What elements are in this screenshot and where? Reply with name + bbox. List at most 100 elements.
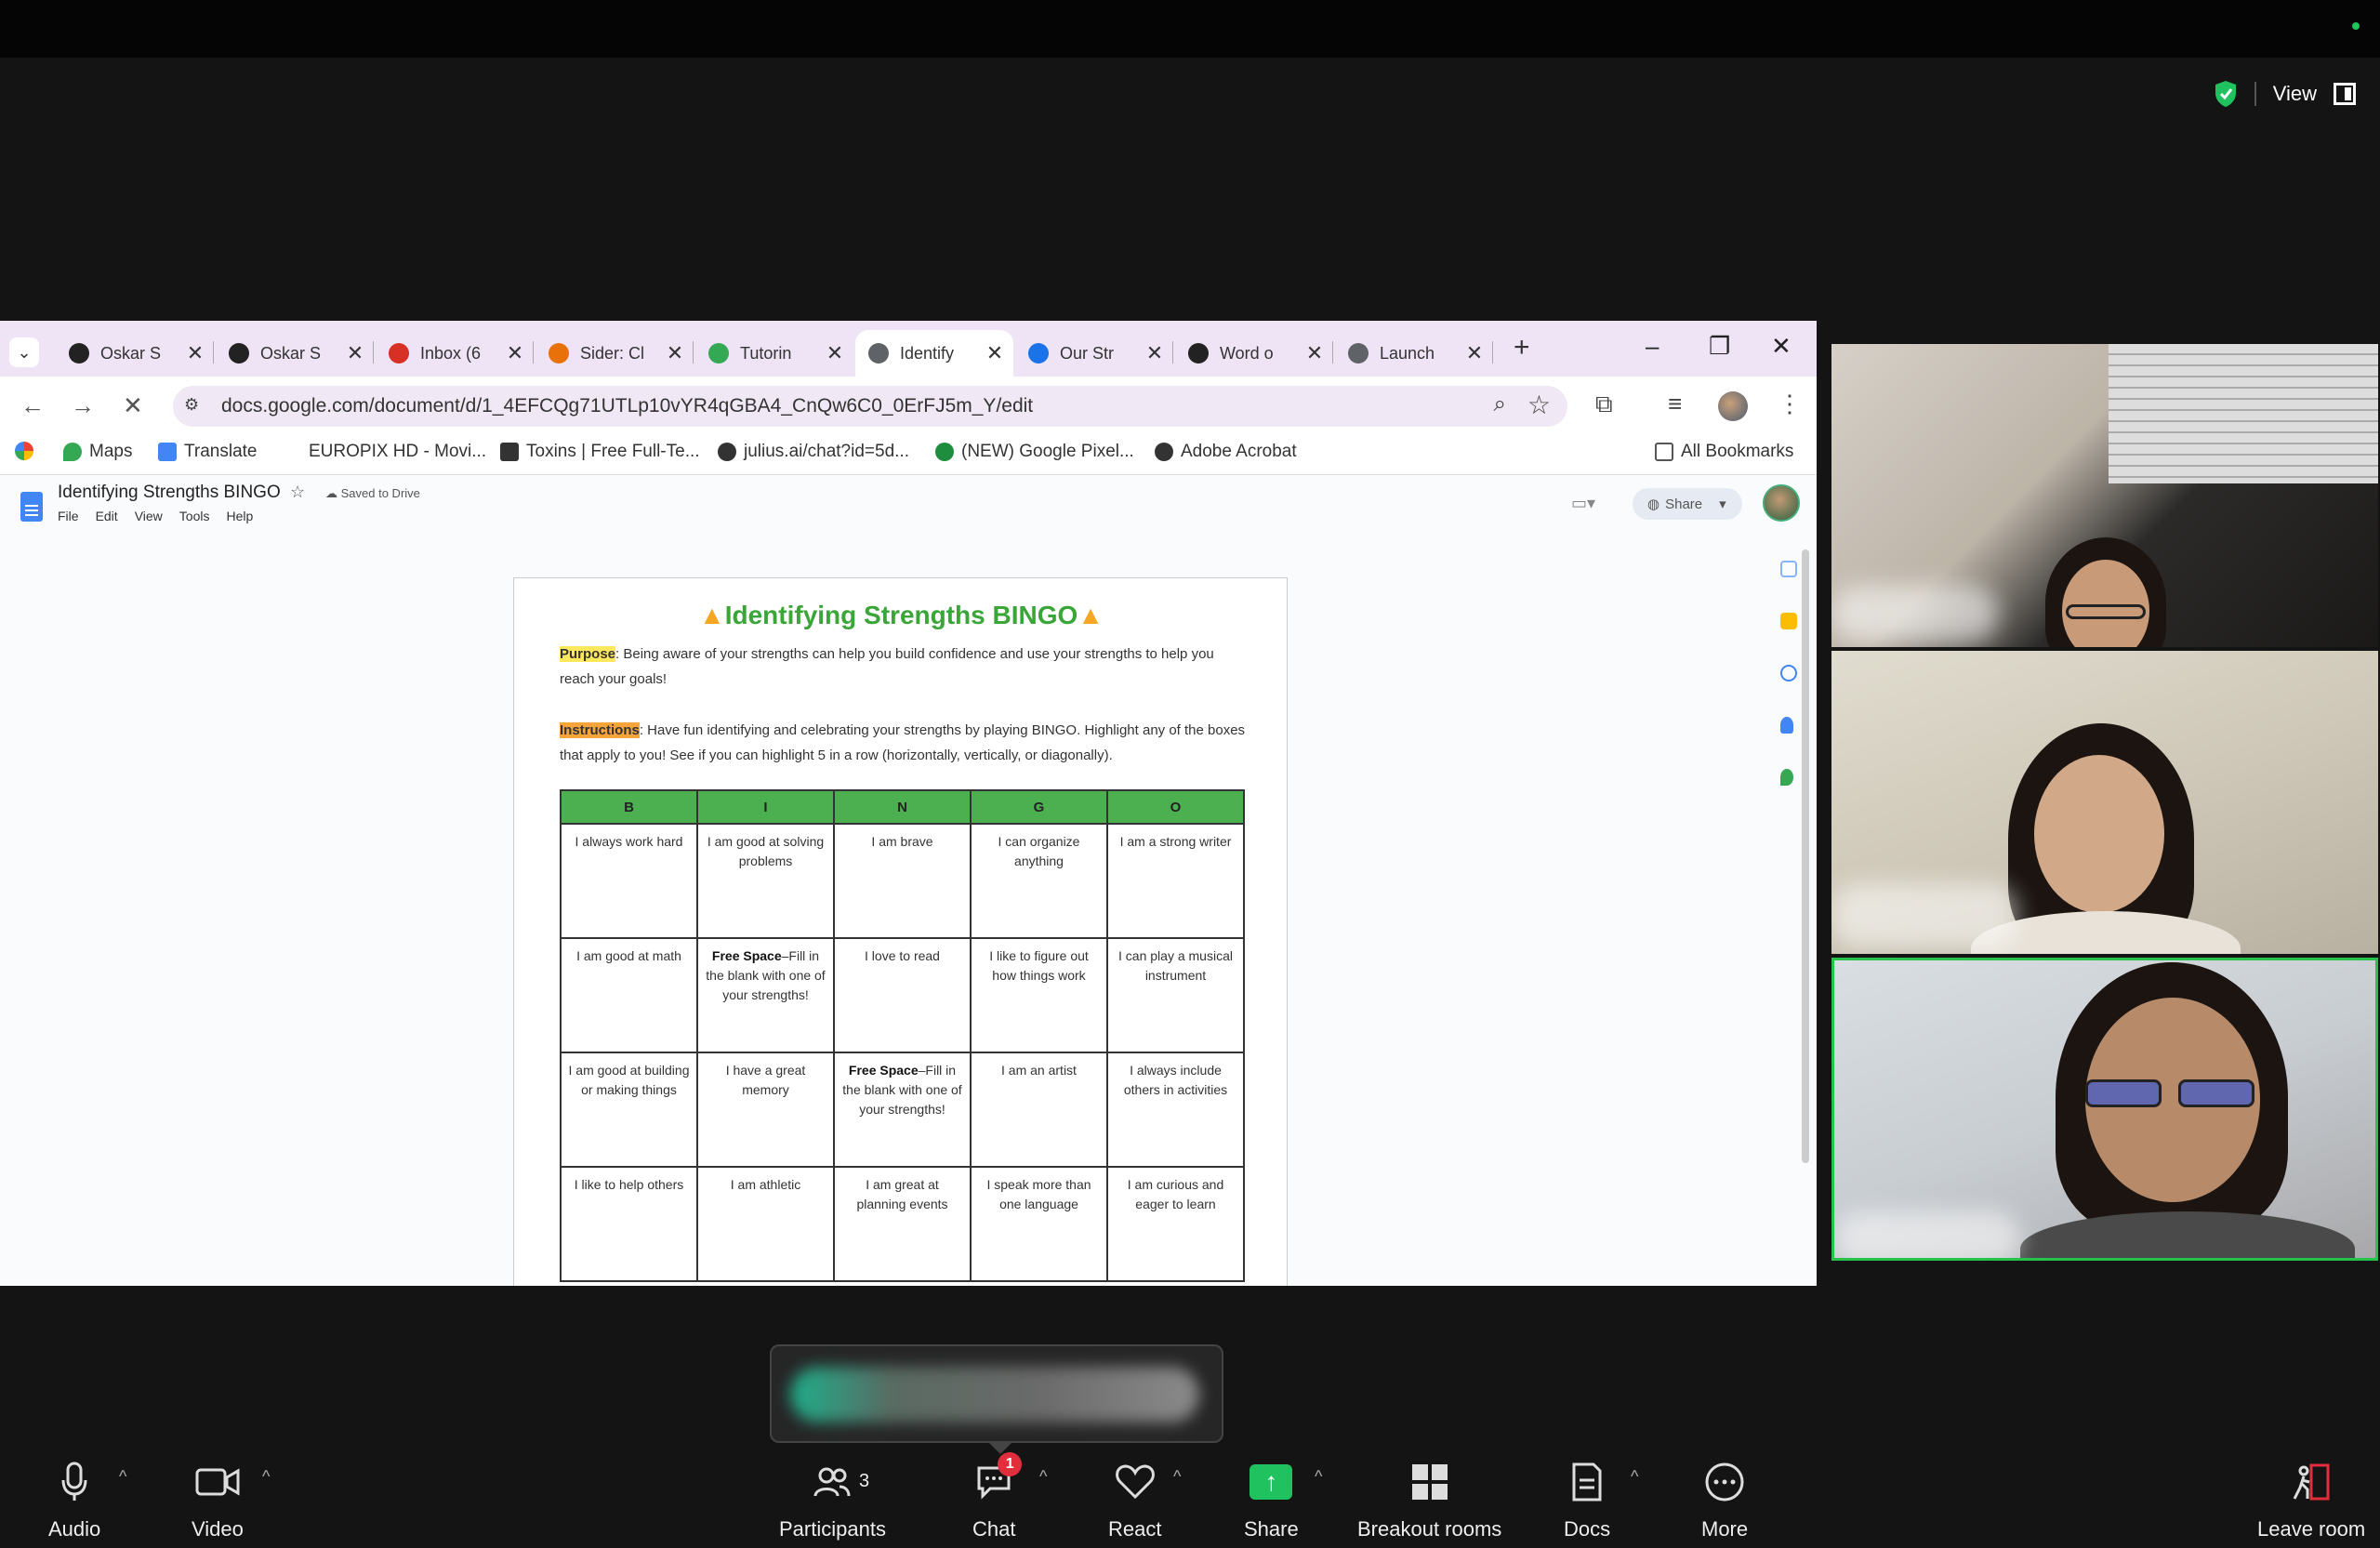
- docs-logo-icon[interactable]: [20, 492, 43, 522]
- bookmark-europix[interactable]: EUROPIX HD - Movi...: [309, 442, 486, 462]
- audio-options-icon[interactable]: ^: [119, 1467, 126, 1487]
- bookmark-maps[interactable]: Maps: [63, 442, 132, 462]
- browser-menu-icon[interactable]: ⋮: [1778, 390, 1802, 418]
- browser-tab[interactable]: Launch ✕: [1335, 330, 1493, 377]
- close-window-icon[interactable]: ✕: [1771, 332, 1792, 361]
- leave-room-button[interactable]: Leave room: [2257, 1460, 2365, 1541]
- profile-avatar[interactable]: [1718, 391, 1748, 421]
- react-options-icon[interactable]: ^: [1173, 1467, 1181, 1487]
- account-avatar[interactable]: [1763, 484, 1800, 522]
- back-icon[interactable]: ←: [20, 391, 45, 420]
- audio-button[interactable]: Audio: [48, 1460, 100, 1541]
- close-tab-icon[interactable]: ✕: [186, 341, 205, 365]
- share-button[interactable]: ◍ Share ▾: [1633, 488, 1742, 520]
- bingo-cell[interactable]: I speak more than one language: [970, 1166, 1108, 1282]
- url-text[interactable]: docs.google.com/document/d/1_4EFCQg71UTL…: [221, 395, 1033, 417]
- close-tab-icon[interactable]: ✕: [1305, 341, 1324, 365]
- bookmark-julius[interactable]: julius.ai/chat?id=5d...: [718, 442, 909, 462]
- close-tab-icon[interactable]: ✕: [1145, 341, 1164, 365]
- close-tab-icon[interactable]: ✕: [506, 341, 524, 365]
- new-tab-icon[interactable]: +: [1514, 332, 1530, 364]
- view-control[interactable]: View: [2214, 80, 2356, 108]
- extensions-icon[interactable]: ⧉: [1595, 390, 1613, 419]
- docs-button[interactable]: Docs: [1564, 1460, 1610, 1541]
- menu-tools[interactable]: Tools: [179, 509, 210, 523]
- video-button[interactable]: Video: [192, 1460, 244, 1541]
- zoom-icon[interactable]: ⌕: [1494, 391, 1506, 417]
- close-tab-icon[interactable]: ✕: [826, 341, 844, 365]
- bingo-cell[interactable]: I like to help others: [560, 1166, 698, 1282]
- bookmark-toxins[interactable]: Toxins | Free Full-Te...: [500, 442, 700, 462]
- menu-help[interactable]: Help: [226, 509, 253, 523]
- browser-tab[interactable]: Oskar S ✕: [216, 330, 374, 377]
- bingo-cell[interactable]: I have a great memory: [696, 1052, 835, 1168]
- breakout-rooms-button[interactable]: Breakout rooms: [1357, 1460, 1501, 1541]
- bingo-cell[interactable]: I am an artist: [970, 1052, 1108, 1168]
- participant-video-2[interactable]: [1831, 651, 2378, 954]
- bookmark-apps[interactable]: [15, 442, 33, 460]
- bingo-cell[interactable]: I can organize anything: [970, 823, 1108, 939]
- keep-icon[interactable]: [1780, 613, 1797, 629]
- bingo-cell[interactable]: I can play a musical instrument: [1106, 937, 1245, 1053]
- star-icon[interactable]: ☆: [290, 483, 305, 502]
- address-bar[interactable]: ⚙ docs.google.com/document/d/1_4EFCQg71U…: [173, 386, 1567, 427]
- chat-button[interactable]: 1 Chat: [972, 1452, 1023, 1541]
- restore-icon[interactable]: ❐: [1709, 332, 1730, 361]
- forward-icon[interactable]: →: [71, 391, 95, 420]
- maps-side-icon[interactable]: [1780, 769, 1793, 786]
- bingo-cell[interactable]: Free Space–Fill in the blank with one of…: [833, 1052, 972, 1168]
- browser-tab[interactable]: Word o ✕: [1175, 330, 1333, 377]
- bookmark-google-pixel[interactable]: (NEW) Google Pixel...: [935, 442, 1134, 462]
- close-tab-icon[interactable]: ✕: [1465, 341, 1484, 365]
- more-button[interactable]: More: [1701, 1460, 1748, 1541]
- participant-video-3-active-speaker[interactable]: [1831, 958, 2378, 1261]
- bingo-cell[interactable]: I am athletic: [696, 1166, 835, 1282]
- share-options-icon[interactable]: ^: [1315, 1467, 1322, 1487]
- menu-edit[interactable]: Edit: [96, 509, 118, 523]
- bingo-cell[interactable]: I always include others in activities: [1106, 1052, 1245, 1168]
- close-tab-icon[interactable]: ✕: [666, 341, 684, 365]
- close-tab-icon[interactable]: ✕: [346, 341, 364, 365]
- browser-tab[interactable]: Identify ✕: [855, 330, 1013, 377]
- docs-options-icon[interactable]: ^: [1631, 1467, 1638, 1487]
- stop-loading-icon[interactable]: ✕: [123, 391, 143, 420]
- document-title[interactable]: Identifying Strengths BINGO: [58, 483, 281, 503]
- browser-tab[interactable]: Oskar S ✕: [56, 330, 214, 377]
- menu-view[interactable]: View: [135, 509, 163, 523]
- bookmark-adobe-acrobat[interactable]: Adobe Acrobat: [1155, 442, 1297, 462]
- bookmark-star-icon[interactable]: ☆: [1527, 390, 1551, 420]
- chat-options-icon[interactable]: ^: [1039, 1467, 1047, 1487]
- bingo-cell[interactable]: I always work hard: [560, 823, 698, 939]
- browser-tab[interactable]: Tutorin ✕: [695, 330, 853, 377]
- scrollbar[interactable]: [1802, 549, 1809, 1163]
- browser-tab[interactable]: Inbox (6 ✕: [376, 330, 534, 377]
- contacts-icon[interactable]: [1780, 717, 1793, 734]
- bingo-cell[interactable]: I am good at math: [560, 937, 698, 1053]
- bingo-cell[interactable]: I am good at solving problems: [696, 823, 835, 939]
- bingo-cell[interactable]: I am brave: [833, 823, 972, 939]
- bingo-cell[interactable]: I am a strong writer: [1106, 823, 1245, 939]
- bingo-cell[interactable]: Free Space–Fill in the blank with one of…: [696, 937, 835, 1053]
- browser-tab[interactable]: Sider: Cl ✕: [536, 330, 694, 377]
- participant-video-1[interactable]: [1831, 344, 2378, 647]
- bingo-cell[interactable]: I love to read: [833, 937, 972, 1053]
- menu-file[interactable]: File: [58, 509, 79, 523]
- share-screen-button[interactable]: ↑ Share: [1244, 1460, 1299, 1541]
- view-label[interactable]: View: [2273, 82, 2317, 106]
- bingo-cell[interactable]: I am great at planning events: [833, 1166, 972, 1282]
- bingo-cell[interactable]: I like to figure out how things work: [970, 937, 1108, 1053]
- bingo-cell[interactable]: I am good at building or making things: [560, 1052, 698, 1168]
- site-info-icon[interactable]: ⚙: [184, 395, 206, 417]
- video-options-icon[interactable]: ^: [262, 1467, 270, 1487]
- browser-tab[interactable]: Our Str ✕: [1015, 330, 1173, 377]
- tasks-icon[interactable]: [1780, 665, 1797, 681]
- tab-search-icon[interactable]: ⌄: [9, 337, 39, 367]
- react-button[interactable]: React: [1108, 1460, 1161, 1541]
- meet-icon[interactable]: ▭▾: [1571, 494, 1595, 513]
- all-bookmarks[interactable]: All Bookmarks: [1655, 442, 1793, 462]
- bingo-cell[interactable]: I am curious and eager to learn: [1106, 1166, 1245, 1282]
- media-control-icon[interactable]: ≡: [1668, 390, 1682, 418]
- bookmark-translate[interactable]: Translate: [158, 442, 258, 462]
- layout-icon[interactable]: [2334, 83, 2356, 105]
- participants-button[interactable]: Participants: [779, 1460, 886, 1541]
